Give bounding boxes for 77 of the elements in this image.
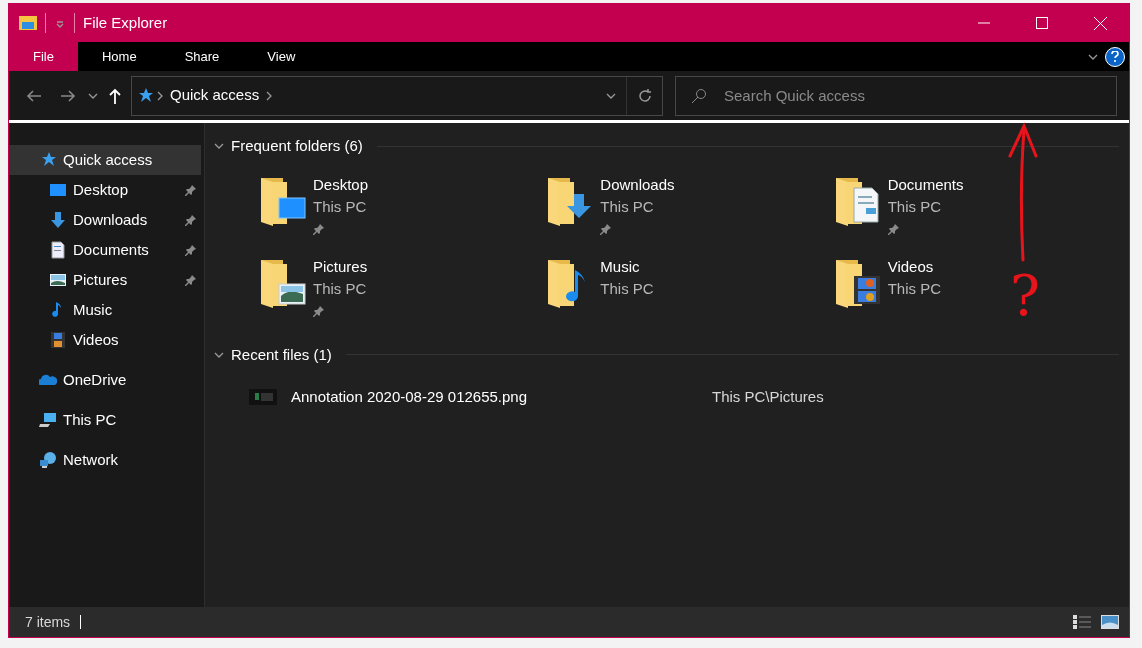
film-icon (49, 331, 67, 349)
group-heading[interactable]: Frequent folders (6) (231, 135, 363, 158)
folder-tile[interactable]: Downloads This PC (544, 173, 679, 246)
pin-icon (600, 222, 613, 235)
picture-icon (49, 271, 67, 289)
sidebar-item[interactable]: OneDrive (9, 365, 201, 395)
download-icon (49, 211, 67, 229)
sidebar-label: Videos (73, 329, 120, 350)
ribbon-tab[interactable]: File (9, 42, 78, 71)
folder-tile[interactable]: Music This PC (544, 255, 658, 328)
search-icon (691, 87, 707, 104)
folder-name: Videos (887, 256, 935, 277)
pin-icon (313, 304, 325, 317)
folder-name: Downloads (600, 174, 675, 195)
ribbon-tab[interactable]: Share (160, 42, 244, 71)
document-icon (49, 241, 67, 259)
folder-tile[interactable]: Videos This PC (831, 255, 945, 328)
sidebar-item[interactable]: This PC (9, 405, 201, 435)
pin-icon (185, 184, 197, 196)
address-field[interactable]: Quick access (131, 75, 663, 116)
sidebar-label: Documents (73, 239, 150, 260)
ribbon-tab[interactable]: Home (77, 42, 161, 71)
image-thumbnail-icon (249, 389, 277, 405)
folder-name: Music (600, 256, 641, 277)
pin-icon (185, 274, 197, 286)
folder-location: This PC (887, 279, 941, 299)
folder-name: Pictures (313, 256, 368, 277)
computer-icon (39, 411, 57, 429)
sidebar-label: OneDrive (63, 369, 128, 390)
folder-tile[interactable]: Desktop This PC (257, 173, 373, 246)
sidebar-label: This PC (63, 409, 118, 430)
sidebar-item[interactable]: Quick access (9, 145, 201, 175)
sidebar-label: Desktop (73, 179, 130, 200)
breadcrumb[interactable]: Quick access (166, 84, 264, 107)
refresh-icon (636, 87, 653, 104)
sidebar-item[interactable]: Videos (9, 325, 201, 355)
window-title: File Explorer (83, 12, 169, 33)
sidebar-item[interactable]: Downloads (9, 205, 201, 235)
ribbon-tab[interactable]: View (243, 42, 320, 71)
pin-icon (313, 222, 325, 235)
group-heading[interactable]: Recent files (1) (231, 343, 332, 366)
file-name[interactable]: Annotation 2020-08-29 012655.png (291, 385, 712, 409)
sidebar-label: Downloads (73, 209, 149, 230)
sidebar-item[interactable]: Music (9, 295, 201, 325)
details-view-button[interactable] (1073, 615, 1091, 629)
folder-tile[interactable]: Pictures This PC (257, 255, 372, 328)
search-field[interactable]: Search Quick access (675, 75, 1117, 116)
pin-icon (887, 222, 900, 235)
sidebar-item[interactable]: Desktop (9, 175, 201, 205)
pin-icon (185, 214, 197, 226)
folder-location: This PC (600, 279, 654, 299)
sidebar-label: Network (63, 449, 119, 470)
folder-location: This PC (313, 279, 368, 299)
item-count: 7 items (25, 612, 71, 632)
sidebar-item[interactable]: Network (9, 445, 201, 475)
sidebar-label: Music (73, 299, 114, 320)
file-location: This PC\Pictures (712, 386, 824, 407)
folder-location: This PC (887, 197, 942, 217)
sidebar-label: Pictures (73, 269, 129, 290)
folder-location: This PC (313, 197, 368, 217)
folder-name: Documents (887, 174, 964, 195)
folder-icon (19, 15, 37, 31)
folder-tile[interactable]: Documents This PC (831, 173, 968, 246)
maximize-icon (1036, 17, 1048, 29)
large-icons-view-button[interactable] (1101, 615, 1119, 629)
annotation-question-mark: ? (1010, 268, 1041, 324)
sidebar-item[interactable]: Documents (9, 235, 201, 265)
folder-name: Desktop (313, 174, 369, 195)
close-icon (1093, 16, 1107, 30)
sidebar-label: Quick access (63, 149, 154, 170)
help-button[interactable] (1105, 46, 1125, 67)
network-icon (39, 451, 57, 469)
folder-location: This PC (600, 197, 655, 217)
pin-icon (185, 244, 197, 256)
desktop-icon (49, 181, 67, 199)
help-icon (1111, 51, 1119, 62)
sidebar-item[interactable]: Pictures (9, 265, 201, 295)
